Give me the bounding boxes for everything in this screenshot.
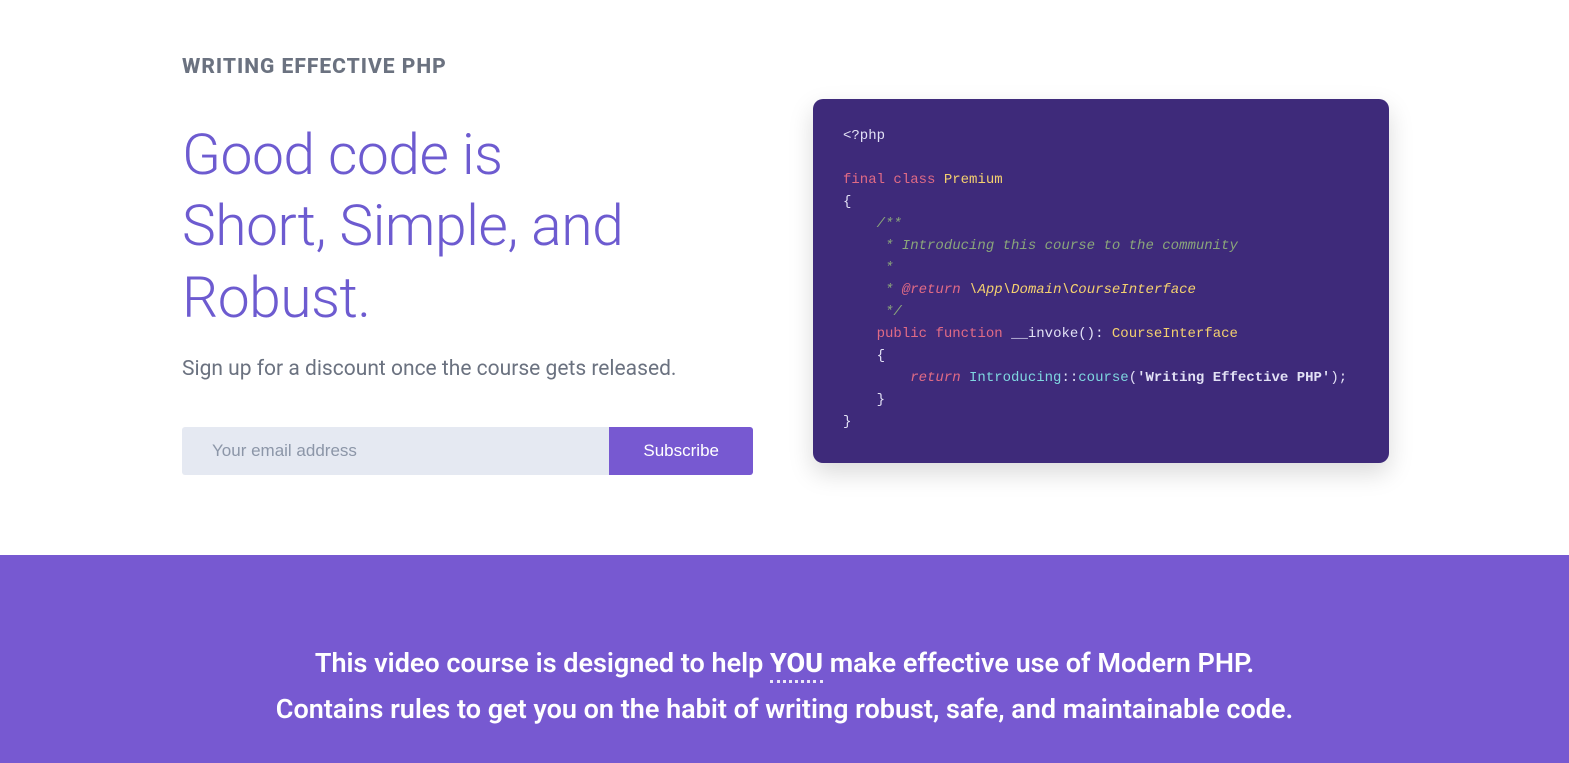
headline: Good code is Short, Simple, and Robust. [182,119,753,333]
code-kw-return: return [843,370,961,386]
code-ns-domain: Domain [1011,282,1061,298]
code-string-open: ( [1129,370,1137,386]
code-ns-app: App [977,282,1002,298]
cta-line-1-post: make effective use of Modern PHP. [823,647,1254,679]
code-sample-card: <?php final class Premium { /** * Introd… [813,99,1389,463]
email-input[interactable] [182,427,609,475]
code-method-name: __invoke [1011,326,1078,342]
code-ns-sep3: \ [1061,282,1069,298]
code-doc-open: /** [843,216,902,232]
hero-left-column: WRITING EFFECTIVE PHP Good code is Short… [182,55,753,475]
code-string-val: 'Writing Effective PHP' [1137,370,1330,386]
cta-band: This video course is designed to help YO… [0,555,1569,763]
code-ns-sep2: \ [1003,282,1011,298]
eyebrow: WRITING EFFECTIVE PHP [182,55,753,79]
code-doc-ret-prefix: * [843,282,902,298]
hero-section: WRITING EFFECTIVE PHP Good code is Short… [0,0,1569,555]
code-open-tag: <?php [843,128,885,144]
code-brace-open: { [843,194,851,210]
cta-line-1-pre: This video course is designed to help [315,647,770,679]
cta-you-emphasis: YOU [770,647,823,683]
code-brace-close: } [843,414,851,430]
code-kw-function: function [935,326,1002,342]
signup-form: Subscribe [182,427,753,475]
code-method-brace-open: { [843,348,885,364]
code-method-brace-close: } [843,392,885,408]
code-doc-blank: * [843,260,893,276]
headline-line-2: Short, Simple, and Robust. [182,192,623,330]
code-ns-sep1: \ [961,282,978,298]
headline-line-1: Good code is [182,121,503,188]
code-anno-return: @return [902,282,961,298]
code-kw-class: class [893,172,935,188]
cta-line-1: This video course is designed to help YO… [60,641,1509,687]
tagline: Sign up for a discount once the course g… [182,357,753,381]
code-kw-final: final [843,172,885,188]
code-kw-public: public [877,326,927,342]
code-static-sep: :: [1061,370,1078,386]
code-ret-type: CourseInterface [1112,326,1238,342]
code-class-name: Premium [944,172,1003,188]
code-doc-line1: * Introducing this course to the communi… [843,238,1238,254]
code-paren-colon: (): [1078,326,1112,342]
code-static-class: Introducing [961,370,1062,386]
code-static-method: course [1078,370,1128,386]
cta-line-2: Contains rules to get you on the habit o… [60,687,1509,733]
code-ns-iface: CourseInterface [1070,282,1196,298]
subscribe-button[interactable]: Subscribe [609,427,753,475]
code-string-close: ); [1330,370,1347,386]
code-doc-close: */ [843,304,902,320]
